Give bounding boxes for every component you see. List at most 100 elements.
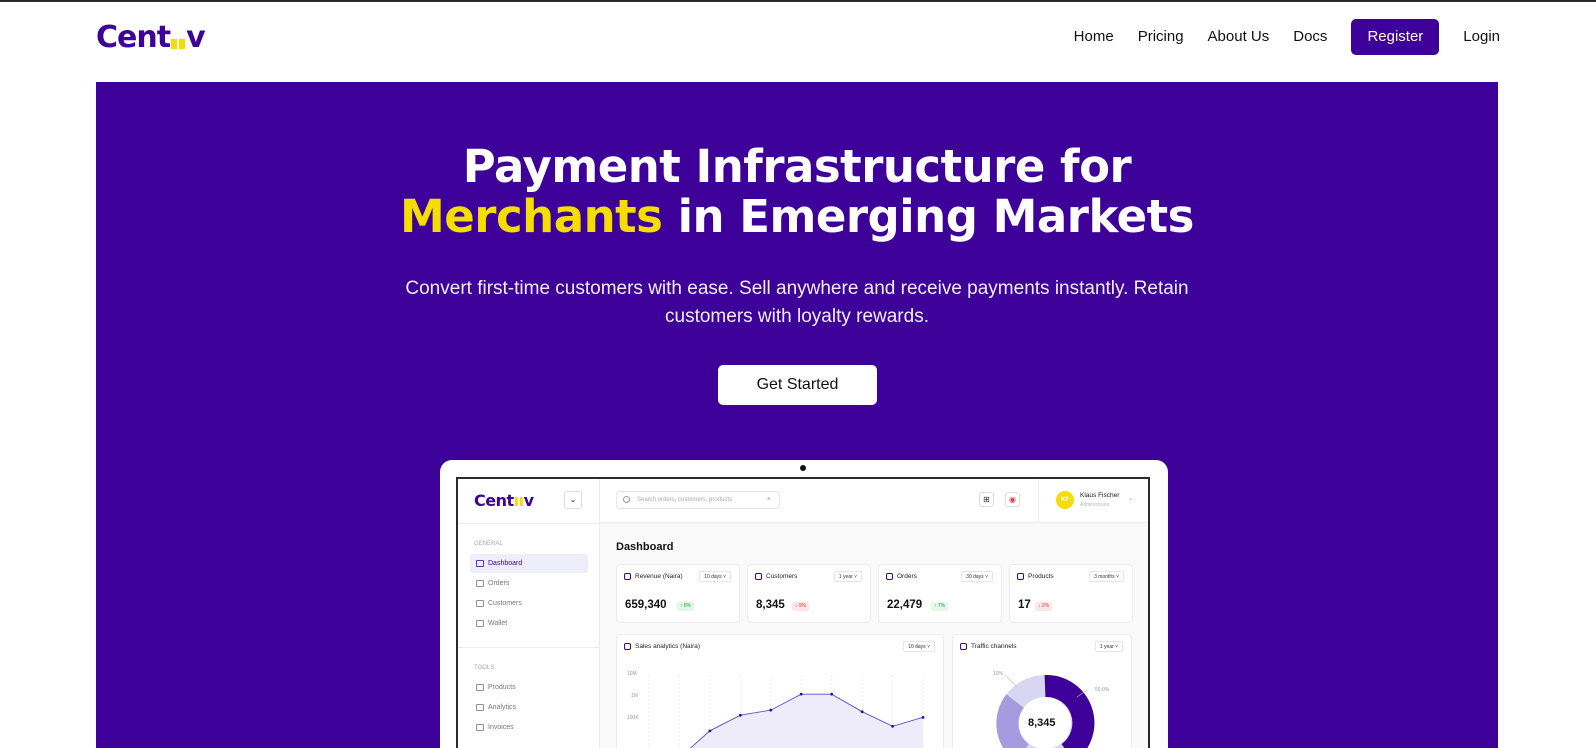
period-select[interactable]: 3 months ˅ [1089,571,1124,582]
nav-link-home[interactable]: Home [1074,28,1114,45]
sidebar-item-label: Invoices [488,724,514,731]
sales-point[interactable] [921,715,925,719]
stat-card-orders[interactable]: Orders 30 days ˅ 22,479 ↑ 7% [878,564,1002,623]
dashboard-topbar: Search orders, customers, products × ⊞ ◉… [600,479,1148,523]
user-role: Administrator [1080,502,1110,508]
hero-title-line2: in Emerging Markets [677,190,1195,243]
sidebar-item-invoices[interactable]: Invoices [470,718,588,737]
donut-label: 50.0% [1095,687,1110,693]
stat-title: Orders [897,573,917,580]
stat-card-customers[interactable]: Customers 1 year ˅ 8,345 ↓ 9% [747,564,871,623]
top-navbar: Cent v Home Pricing About Us Docs Regist… [0,2,1596,82]
hero-subtitle-line1: Convert first-time customers with ease. … [405,278,1189,299]
stat-card-revenue[interactable]: Revenue (Naira) 10 days ˅ 659,340 ↑ 8% [616,564,740,623]
sidebar-group-general: GENERAL [474,541,503,547]
hero-title-highlight: Merchants [400,190,663,243]
wallet-icon [476,620,484,627]
sales-point[interactable] [891,724,894,728]
period-select[interactable]: 30 days ˅ [961,571,993,582]
stat-change-badge: ↓ 9% [792,602,810,611]
logo-text: Cent [96,20,171,55]
user-icon [755,573,762,580]
box-icon [476,580,484,587]
invoice-icon [476,724,484,731]
stat-value: 17 [1018,599,1031,611]
search-icon [623,496,630,503]
logo-tail: v [186,20,206,55]
sidebar-item-analytics[interactable]: Analytics [470,698,588,717]
register-button[interactable]: Register [1351,18,1440,55]
bell-icon[interactable]: ◉ [1005,492,1020,507]
sidebar-group-tools: TOOLS [474,665,495,671]
period-select[interactable]: 10 days ˅ [699,571,731,582]
nav-link-docs[interactable]: Docs [1293,28,1327,45]
chevron-down-icon[interactable]: ⌄ [1128,495,1133,502]
sidebar-item-products[interactable]: Products [470,678,588,697]
user-name: Klaus Fischer [1080,492,1120,499]
sales-analytics-card: Sales analytics (Naira) 10 days ˅ 10M 1M… [616,634,944,748]
grid-icon [476,560,484,567]
hero-section: Payment Infrastructure for Merchants in … [96,82,1498,748]
clear-icon[interactable]: × [767,492,771,508]
sidebar-divider [458,647,600,648]
revenue-icon [624,573,631,580]
label-leader [1004,674,1018,688]
sales-point[interactable] [830,692,834,696]
hero-title-line1: Payment Infrastructure for [462,140,1132,193]
sidebar-item-orders[interactable]: Orders [470,574,588,593]
add-icon[interactable]: ⊞ [979,492,994,507]
stat-title: Products [1028,573,1054,580]
login-link[interactable]: Login [1463,28,1500,45]
sales-point[interactable] [799,692,803,696]
traffic-channels-card: Traffic channels 1 year ˅ 10% 50.0% 8,34… [952,634,1132,748]
hero-title: Payment Infrastructure for Merchants in … [96,142,1498,242]
sidebar-item-label: Analytics [488,704,517,711]
logo-bars-icon: ıı [513,491,524,510]
nav-links: Home Pricing About Us Docs Register Logi… [1050,18,1500,55]
sidebar-item-wallet[interactable]: Wallet [470,614,588,633]
donut-segment [996,694,1030,748]
centiiv-logo[interactable]: Cent v [96,20,206,55]
stat-change-badge: ↓ 2% [1035,602,1053,611]
package-icon [476,684,484,691]
sidebar-item-dashboard[interactable]: Dashboard [470,554,588,573]
camera-dot [800,465,806,471]
dashboard-search-input[interactable]: Search orders, customers, products × [616,491,780,509]
sales-line-chart [648,675,925,748]
sales-point[interactable] [860,710,864,714]
sales-point[interactable] [708,729,712,733]
donut-total: 8,345 [1028,717,1056,729]
dashboard-screenshot: Centııv ⌄ GENERAL Dashboard Orders Custo… [456,477,1150,748]
stat-change-badge: ↑ 7% [931,602,949,611]
hero-subtitle: Convert first-time customers with ease. … [96,275,1498,331]
get-started-button[interactable]: Get Started [718,365,877,405]
stat-value: 22,479 [887,599,923,611]
stat-card-products[interactable]: Products 3 months ˅ 17 ↓ 2% [1009,564,1133,623]
search-placeholder: Search orders, customers, products [637,497,733,503]
avatar[interactable]: KF [1056,491,1074,509]
sidebar-item-label: Wallet [488,620,508,627]
dashboard-main: Dashboard Revenue (Naira) 10 days ˅ 659,… [600,523,1148,748]
dashboard-logo-tail: v [523,491,534,510]
sidebar-item-label: Customers [488,600,522,607]
dashboard-title: Dashboard [616,541,674,553]
period-select[interactable]: 1 year ˅ [833,571,862,582]
sidebar-item-label: Orders [488,580,510,587]
stat-value: 659,340 [625,599,667,611]
sidebar-item-label: Dashboard [488,560,523,567]
cart-icon [886,573,893,580]
donut-label: 10% [993,671,1004,677]
sidebar-item-label: Products [488,684,516,691]
chevron-down-icon[interactable]: ⌄ [564,491,582,509]
stat-title: Customers [766,573,798,580]
hero-subtitle-line2: customers with loyalty rewards. [665,306,929,327]
dashboard-logo: Centııv [474,491,534,510]
stat-title: Revenue (Naira) [635,573,683,580]
laptop-mockup: Centııv ⌄ GENERAL Dashboard Orders Custo… [440,460,1168,748]
nav-link-about[interactable]: About Us [1208,28,1270,45]
sidebar-item-customers[interactable]: Customers [470,594,588,613]
sales-point[interactable] [769,708,773,712]
topbar-divider [1038,479,1039,523]
nav-link-pricing[interactable]: Pricing [1138,28,1184,45]
sales-point[interactable] [738,713,742,717]
